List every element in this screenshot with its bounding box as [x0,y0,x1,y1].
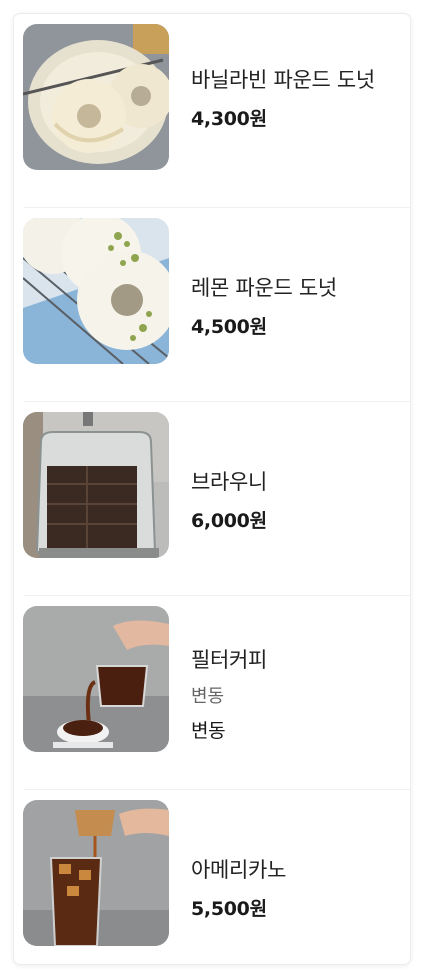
menu-item-price: 변동 [191,720,226,742]
menu-item-name: 아메리카노 [191,858,287,882]
menu-item-filter-coffee[interactable]: 필터커피 변동 변동 [14,596,410,790]
menu-item-image [23,800,169,946]
menu-item-image [23,24,169,170]
menu-item-name: 브라우니 [191,470,268,494]
menu-item-image [23,218,169,364]
menu-item-image [23,606,169,752]
menu-item-image [23,412,169,558]
menu-item-lemon-donut[interactable]: 레몬 파운드 도넛 4,500원 [14,208,410,402]
menu-item-name: 필터커피 [191,648,268,672]
menu-item-brownie[interactable]: 브라우니 6,000원 [14,402,410,596]
menu-item-price: 5,500원 [191,898,267,920]
menu-item-price: 4,500원 [191,316,267,338]
menu-item-price: 4,300원 [191,108,267,130]
menu-list: 바닐라빈 파운드 도넛 4,300원 레몬 파운드 도넛 4,500원 브라우니… [14,14,410,964]
menu-item-vanilla-donut[interactable]: 바닐라빈 파운드 도넛 4,300원 [14,14,410,208]
menu-item-price: 6,000원 [191,510,267,532]
menu-item-name: 레몬 파운드 도넛 [191,276,337,300]
menu-item-option: 변동 [191,686,225,707]
menu-item-americano[interactable]: 아메리카노 5,500원 [14,790,410,964]
menu-item-name: 바닐라빈 파운드 도넛 [191,68,375,92]
